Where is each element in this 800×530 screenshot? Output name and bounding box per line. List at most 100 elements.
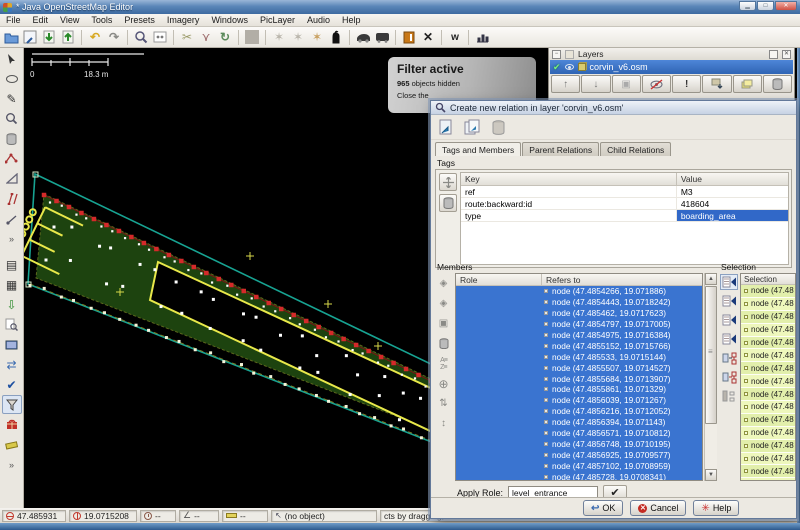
selection-row[interactable]: node (47.48 bbox=[741, 427, 795, 440]
redo-icon[interactable]: ↷ bbox=[105, 29, 123, 46]
add-selection-below-icon[interactable] bbox=[720, 312, 738, 328]
layer-delete-button[interactable] bbox=[763, 75, 792, 93]
selection-row[interactable]: node (47.48 bbox=[741, 375, 795, 388]
layer-duplicate-button[interactable] bbox=[733, 75, 762, 93]
close-panel-icon[interactable]: ✕ bbox=[782, 50, 791, 59]
member-row[interactable]: node (47.4855152, 19.0715766) bbox=[456, 340, 702, 351]
layer-opacity-button[interactable]: ! bbox=[672, 75, 701, 93]
zoom-tool-icon[interactable] bbox=[2, 109, 22, 128]
maximize-button[interactable]: □ bbox=[757, 1, 774, 11]
members-table[interactable]: Role Refers to node (47.4854266, 19.0718… bbox=[455, 273, 703, 481]
member-row[interactable]: node (47.4856216, 19.0712052) bbox=[456, 406, 702, 417]
member-row[interactable]: node (47.4856571, 19.0710812) bbox=[456, 428, 702, 439]
scroll-up-icon[interactable]: ▲ bbox=[705, 273, 717, 285]
menu-item[interactable]: Audio bbox=[301, 15, 336, 25]
member-row[interactable]: node (47.4857102, 19.0708959) bbox=[456, 460, 702, 471]
tags-table[interactable]: Key Value ref M3 route:backward:id 41860… bbox=[460, 172, 789, 265]
apply-and-new-icon[interactable] bbox=[462, 117, 482, 137]
add-selection-above-icon[interactable] bbox=[720, 293, 738, 309]
member-row[interactable]: node (47.485533, 19.0715144) bbox=[456, 351, 702, 362]
move-member-up-icon[interactable]: ◈ bbox=[435, 275, 453, 292]
scroll-down-icon[interactable]: ▼ bbox=[705, 469, 717, 481]
layer-down-button[interactable]: ↓ bbox=[581, 75, 610, 93]
tags-panel-icon[interactable]: ⇩ bbox=[2, 295, 22, 314]
layer-active-icon[interactable]: ✔ bbox=[553, 62, 561, 73]
changeset-icon[interactable] bbox=[2, 415, 22, 434]
open-icon[interactable] bbox=[2, 29, 20, 46]
member-row[interactable]: node (47.4854443, 19.0718242) bbox=[456, 297, 702, 308]
member-row[interactable]: node (47.4854266, 19.071886) bbox=[456, 286, 702, 297]
preferences-icon[interactable] bbox=[151, 29, 169, 46]
member-row[interactable]: node (47.4856039, 19.071267) bbox=[456, 395, 702, 406]
edit-member-icon[interactable]: ▣ bbox=[435, 315, 453, 332]
command-stack-icon[interactable] bbox=[2, 335, 22, 354]
ok-button[interactable]: ↩OK bbox=[583, 500, 623, 516]
layer-up-button[interactable]: ↑ bbox=[551, 75, 580, 93]
split-way-icon[interactable]: ✂ bbox=[178, 29, 196, 46]
sticky-icon[interactable] bbox=[769, 50, 778, 59]
member-row[interactable]: node (47.4855507, 19.0714527) bbox=[456, 362, 702, 373]
parallel-way-tool-icon[interactable] bbox=[2, 189, 22, 208]
move-member-down-icon[interactable]: ◈ bbox=[435, 295, 453, 312]
filter-panel-icon[interactable] bbox=[2, 395, 22, 414]
more-tools-icon[interactable]: » bbox=[2, 229, 22, 248]
delete-tool-icon[interactable] bbox=[2, 129, 22, 148]
follow-line-tool-icon[interactable] bbox=[2, 209, 22, 228]
download-members-icon[interactable]: ⊕ bbox=[435, 375, 453, 392]
tag-row[interactable]: route:backward:id 418604 bbox=[461, 198, 788, 210]
menu-item[interactable]: Edit bbox=[27, 15, 55, 25]
remove-member-icon[interactable] bbox=[435, 335, 453, 352]
menu-item[interactable]: PicLayer bbox=[254, 15, 301, 25]
dialog-title-bar[interactable]: Create new relation in layer 'corvin_v6.… bbox=[431, 101, 796, 115]
member-row[interactable]: node (47.4855684, 19.0713907) bbox=[456, 373, 702, 384]
tag-row[interactable]: type boarding_area bbox=[461, 210, 788, 222]
menu-item[interactable]: Windows bbox=[205, 15, 254, 25]
selection-row[interactable]: node (47.48 bbox=[741, 453, 795, 466]
selection-row[interactable]: node (47.48 bbox=[741, 349, 795, 362]
car-icon[interactable] bbox=[354, 29, 372, 46]
selection-row[interactable]: node (47.48 bbox=[741, 285, 795, 298]
upload-icon[interactable] bbox=[59, 29, 77, 46]
menu-item[interactable]: Presets bbox=[118, 15, 161, 25]
validator-panel-icon[interactable]: ✔ bbox=[2, 375, 22, 394]
menu-item[interactable]: Help bbox=[336, 15, 367, 25]
menu-item[interactable]: Imagery bbox=[161, 15, 206, 25]
select-members-icon[interactable] bbox=[720, 350, 738, 366]
menu-item[interactable]: View bbox=[54, 15, 85, 25]
chart-icon[interactable] bbox=[473, 29, 491, 46]
reverse-way-icon[interactable]: ↕ bbox=[435, 415, 453, 432]
member-row[interactable]: node (47.4855861, 19.071329) bbox=[456, 384, 702, 395]
minimize-button[interactable]: ▁ bbox=[739, 1, 756, 11]
selection-row[interactable]: node (47.48 bbox=[741, 414, 795, 427]
delete-tag-button[interactable] bbox=[439, 194, 457, 212]
member-row[interactable]: node (47.4854797, 19.0717005) bbox=[456, 319, 702, 330]
tab-parent-relations[interactable]: Parent Relations bbox=[522, 142, 599, 156]
sort-members-icon[interactable]: A≡Z≡ bbox=[435, 355, 453, 372]
undo-icon[interactable]: ↶ bbox=[86, 29, 104, 46]
layer-visibility-button[interactable] bbox=[642, 75, 671, 93]
hand-icon[interactable] bbox=[327, 29, 345, 46]
selection-row[interactable]: node (47.48 bbox=[741, 311, 795, 324]
member-row[interactable]: node (47.4856925, 19.0709577) bbox=[456, 449, 702, 460]
member-row[interactable]: node (47.4856748, 19.0710195) bbox=[456, 438, 702, 449]
add-tag-button[interactable] bbox=[439, 173, 457, 191]
selection-row[interactable]: node (47.48 bbox=[741, 440, 795, 453]
member-row[interactable]: node (47.485728, 19.0708341) bbox=[456, 471, 702, 480]
tab-tags-and-members[interactable]: Tags and Members bbox=[435, 142, 521, 156]
add-selection-top-icon[interactable] bbox=[720, 274, 738, 290]
search-icon[interactable] bbox=[132, 29, 150, 46]
menu-item[interactable]: Tools bbox=[85, 15, 118, 25]
reverse-order-icon[interactable]: ⇅ bbox=[435, 395, 453, 412]
tab-child-relations[interactable]: Child Relations bbox=[600, 142, 671, 156]
selection-list[interactable]: node (47.48 node (47.48 node (47.48 bbox=[741, 285, 795, 481]
add-selection-bottom-icon[interactable] bbox=[720, 331, 738, 347]
members-list[interactable]: node (47.4854266, 19.071886) node (47.48… bbox=[456, 286, 702, 480]
deselect-members-icon[interactable] bbox=[720, 369, 738, 385]
selection-row[interactable]: node (47.48 bbox=[741, 388, 795, 401]
wireframe-icon[interactable]: w bbox=[446, 29, 464, 46]
menu-item[interactable]: File bbox=[0, 15, 27, 25]
layer-activate-button[interactable]: ▣ bbox=[612, 75, 641, 93]
improve-way-tool-icon[interactable] bbox=[2, 149, 22, 168]
map-style-panel-icon[interactable]: ▦ bbox=[2, 275, 22, 294]
layer-visible-icon[interactable] bbox=[565, 64, 574, 70]
